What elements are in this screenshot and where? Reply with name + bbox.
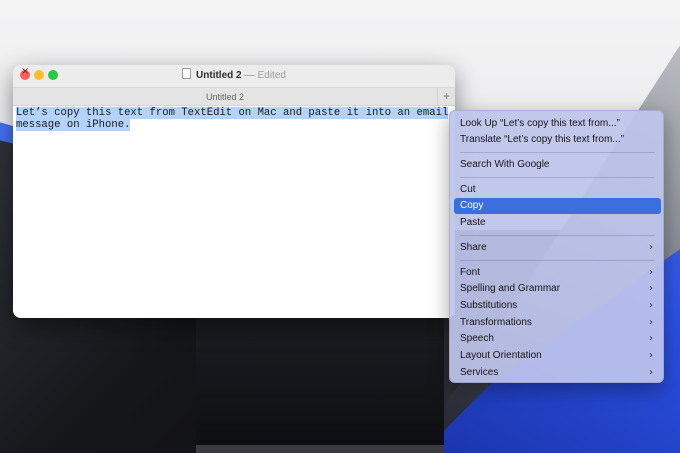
chevron-right-icon: › <box>649 300 653 311</box>
chevron-right-icon: › <box>649 350 653 361</box>
monitor-silhouette <box>196 315 444 453</box>
chevron-right-icon: › <box>649 317 653 328</box>
chevron-right-icon: › <box>649 267 653 278</box>
tab-bar: Untitled 2 + <box>13 88 455 106</box>
menu-item-services[interactable]: Services › <box>454 365 661 381</box>
new-tab-button[interactable]: + <box>437 88 455 105</box>
window-title-group: Untitled 2— Edited <box>13 68 455 81</box>
document-text[interactable]: Let’s copy this text from TextEdit on Ma… <box>16 107 455 131</box>
document-icon[interactable] <box>182 68 192 79</box>
menu-item-substitutions[interactable]: Substitutions › <box>454 298 661 314</box>
menu-item-paste[interactable]: Paste <box>454 215 661 231</box>
selected-text-line-1[interactable]: Let’s copy this text from TextEdit on Ma… <box>16 107 449 119</box>
title-separator: — <box>244 70 255 81</box>
context-menu: Look Up “Let’s copy this text from...” T… <box>449 110 664 383</box>
menu-separator <box>460 177 655 178</box>
chevron-right-icon: › <box>649 333 653 344</box>
menu-separator <box>460 152 655 153</box>
menu-item-copy[interactable]: Copy <box>454 198 661 214</box>
title-bar[interactable]: Untitled 2—Edited <box>13 65 455 88</box>
selected-text-line-2[interactable]: message on iPhone. <box>16 119 131 131</box>
menu-item-cut[interactable]: Cut <box>454 182 661 198</box>
menu-item-font[interactable]: Font › <box>454 265 661 281</box>
menu-item-speech[interactable]: Speech › <box>454 331 661 347</box>
menu-item-share[interactable]: Share › <box>454 240 661 256</box>
tab-untitled-2[interactable]: Untitled 2 <box>13 92 437 102</box>
document-area[interactable]: Let’s copy this text from TextEdit on Ma… <box>13 106 455 318</box>
chevron-right-icon: › <box>649 283 653 294</box>
textedit-window: Untitled 2—Edited Untitled 2 + Let’s cop… <box>13 65 455 318</box>
chevron-right-icon: › <box>649 367 653 378</box>
menu-item-spelling-grammar[interactable]: Spelling and Grammar › <box>454 281 661 297</box>
window-title: Untitled 2 <box>196 70 242 81</box>
chevron-right-icon: › <box>649 242 653 253</box>
menu-item-translate[interactable]: Translate “Let’s copy this text from...” <box>454 132 661 148</box>
monitor-stand <box>196 445 444 453</box>
menu-item-search-google[interactable]: Search With Google <box>454 157 661 173</box>
menu-item-transformations[interactable]: Transformations › <box>454 315 661 331</box>
menu-separator <box>460 235 655 236</box>
edited-status: Edited <box>257 70 286 81</box>
menu-item-layout-orientation[interactable]: Layout Orientation › <box>454 348 661 364</box>
menu-separator <box>460 260 655 261</box>
menu-item-look-up[interactable]: Look Up “Let’s copy this text from...” <box>454 116 661 132</box>
